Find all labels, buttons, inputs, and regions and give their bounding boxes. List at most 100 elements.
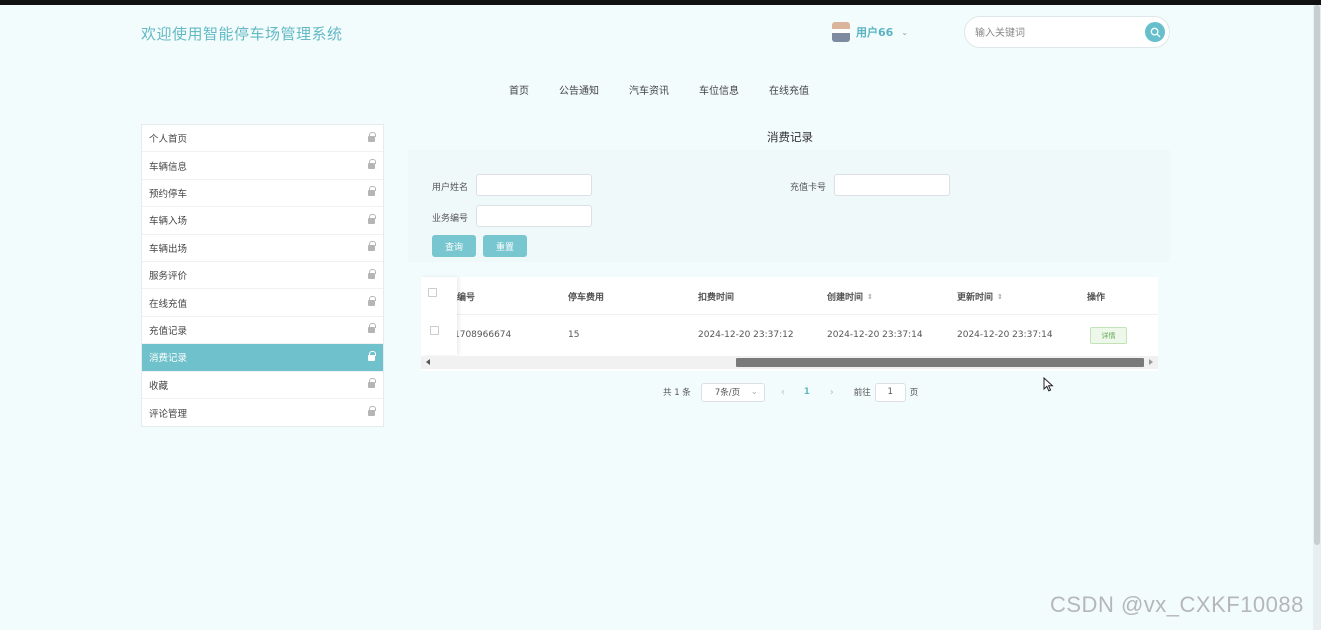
lock-icon [368, 186, 376, 197]
detail-button[interactable]: 详情 [1090, 327, 1127, 344]
cell-create-time: 2024-12-20 23:37:14 [827, 330, 923, 340]
sidebar-item-vehicle-entry[interactable]: 车辆入场 [142, 207, 383, 235]
scrollbar-thumb[interactable] [736, 358, 1144, 367]
sidebar-item-label: 收藏 [149, 380, 169, 392]
sidebar-item-consumption-records[interactable]: 消费记录 [142, 344, 383, 372]
reset-button[interactable]: 重置 [483, 235, 527, 257]
column-header-label: 更新时间 [957, 293, 994, 303]
sidebar-item-vehicle-info[interactable]: 车辆信息 [142, 152, 383, 180]
search-button[interactable] [1145, 22, 1165, 42]
cell-update-time: 2024-12-20 23:37:14 [957, 330, 1053, 340]
sidebar-item-label: 车辆信息 [149, 161, 188, 173]
avatar [832, 22, 850, 42]
column-header-deduct-time: 扣费时间 [698, 293, 735, 303]
lock-icon [368, 323, 376, 334]
pagination: 共 1 条 7条/页 ⌄ ‹ 1 › 前往 1 页 [663, 382, 918, 402]
lock-icon [368, 268, 376, 279]
row-checkbox[interactable] [430, 326, 439, 335]
sidebar-item-vehicle-exit[interactable]: 车辆出场 [142, 234, 383, 262]
lock-icon [368, 296, 376, 307]
sidebar-item-label: 服务评价 [149, 271, 188, 283]
pagination-total: 共 1 条 [663, 388, 691, 398]
page-unit-label: 页 [909, 388, 919, 398]
nav-item-notice[interactable]: 公告通知 [559, 82, 599, 97]
lock-icon [368, 159, 376, 170]
scroll-right-arrow-icon[interactable] [1149, 359, 1153, 365]
search-icon [1150, 27, 1160, 37]
sidebar-item-comments[interactable]: 评论管理 [142, 398, 383, 427]
sidebar-item-reserve-parking[interactable]: 预约停车 [142, 179, 383, 208]
lock-icon [368, 406, 376, 417]
watermark: CSDN @vx_CXKF10088 [1050, 592, 1304, 617]
sidebar-item-profile[interactable]: 个人首页 [142, 125, 383, 153]
sidebar-item-label: 充值记录 [149, 325, 188, 337]
sidebar-item-label: 个人首页 [149, 134, 188, 146]
column-header-update-time[interactable]: 更新时间 ⇕ [957, 290, 1003, 303]
user-name: 用户66 [856, 26, 894, 39]
sidebar-item-recharge-records[interactable]: 充值记录 [142, 316, 383, 345]
lock-icon [368, 241, 376, 252]
sidebar-item-label: 车辆入场 [149, 216, 188, 228]
page-title: 消费记录 [767, 130, 813, 144]
user-menu[interactable]: 用户66 ⌄ [832, 22, 908, 42]
table-row: 1708966674 15 2024-12-20 23:37:12 2024-1… [421, 315, 1158, 355]
sort-icon[interactable]: ⇕ [867, 294, 873, 301]
window-top-strip [0, 0, 1321, 5]
column-header-create-time[interactable]: 创建时间 ⇕ [827, 290, 873, 303]
card-no-label: 充值卡号 [790, 183, 827, 193]
lock-icon [368, 378, 376, 389]
user-name-label: 用户姓名 [432, 183, 469, 193]
lock-icon [368, 350, 376, 361]
current-page[interactable]: 1 [804, 387, 810, 397]
nav-item-home[interactable]: 首页 [509, 82, 529, 97]
user-name-field[interactable] [476, 174, 592, 196]
column-header-label: 创建时间 [827, 293, 864, 303]
business-no-label: 业务编号 [432, 214, 469, 224]
page-size-select[interactable]: 7条/页 ⌄ [700, 382, 765, 402]
sidebar-item-label: 在线充值 [149, 298, 188, 310]
vertical-scrollbar-thumb[interactable] [1314, 5, 1320, 545]
lock-icon [368, 131, 376, 142]
table-header: 编号 停车费用 扣费时间 创建时间 ⇕ 更新时间 ⇕ 操作 [421, 277, 1158, 315]
column-header-fee: 停车费用 [568, 293, 605, 303]
mouse-cursor-icon [1043, 377, 1054, 392]
sort-icon[interactable]: ⇕ [997, 294, 1003, 301]
search-input[interactable] [975, 25, 1135, 41]
business-no-field[interactable] [476, 205, 592, 227]
search-query-button[interactable]: 查询 [432, 235, 476, 257]
selection-column [421, 277, 457, 355]
sidebar-item-label: 消费记录 [149, 353, 188, 365]
sidebar-item-label: 评论管理 [149, 408, 188, 420]
select-all-checkbox[interactable] [428, 288, 437, 297]
cell-id: 1708966674 [454, 330, 512, 340]
scroll-left-arrow-icon[interactable] [426, 359, 430, 365]
page-size-value: 7条/页 [714, 388, 741, 398]
horizontal-scrollbar[interactable] [421, 356, 1158, 369]
main-nav: 首页 公告通知 汽车资讯 车位信息 在线充值 [509, 82, 839, 97]
next-page-button[interactable]: › [830, 387, 834, 398]
sidebar-item-label: 车辆出场 [149, 243, 188, 255]
search-box [964, 16, 1170, 48]
sidebar-item-label: 预约停车 [149, 188, 188, 200]
nav-item-parking-spaces[interactable]: 车位信息 [699, 82, 739, 97]
card-no-field[interactable] [834, 174, 950, 196]
chevron-down-icon: ⌄ [750, 387, 758, 397]
sidebar-item-favorites[interactable]: 收藏 [142, 371, 383, 399]
cell-deduct-time: 2024-12-20 23:37:12 [698, 330, 794, 340]
sidebar: 个人首页 车辆信息 预约停车 车辆入场 车辆出场 服务评价 在线充值 充值记录 … [141, 124, 384, 428]
nav-item-recharge[interactable]: 在线充值 [769, 82, 809, 97]
chevron-down-icon: ⌄ [901, 27, 909, 37]
sidebar-item-online-recharge[interactable]: 在线充值 [142, 289, 383, 317]
column-header-actions: 操作 [1087, 293, 1106, 303]
column-header-id: 编号 [457, 293, 476, 303]
records-table: 编号 停车费用 扣费时间 创建时间 ⇕ 更新时间 ⇕ 操作 1708966674 1… [421, 277, 1158, 371]
vertical-scrollbar[interactable] [1313, 5, 1321, 630]
lock-icon [368, 213, 376, 224]
nav-item-car-news[interactable]: 汽车资讯 [629, 82, 669, 97]
cell-fee: 15 [568, 330, 580, 340]
goto-label: 前往 [853, 388, 871, 398]
site-title: 欢迎使用智能停车场管理系统 [141, 25, 343, 43]
prev-page-button[interactable]: ‹ [781, 387, 785, 398]
goto-page-input[interactable]: 1 [874, 382, 906, 402]
sidebar-item-service-review[interactable]: 服务评价 [142, 261, 383, 290]
